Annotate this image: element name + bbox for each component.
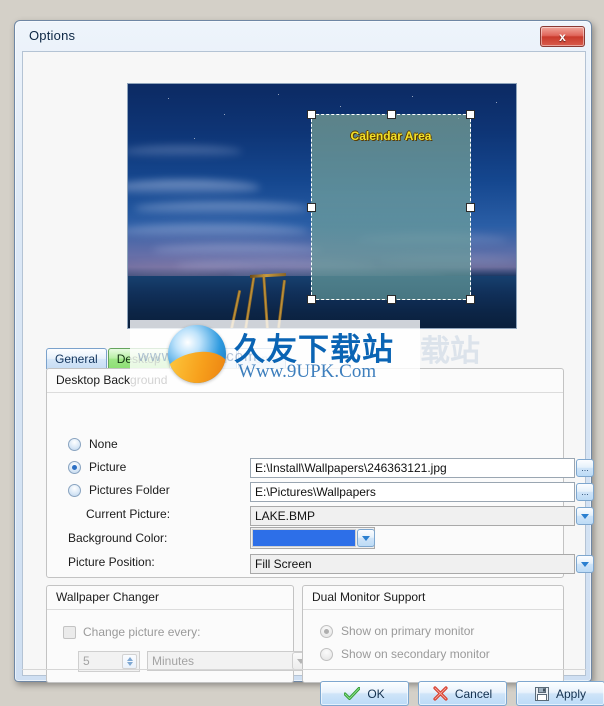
label-picture-position: Picture Position: — [68, 555, 155, 569]
picture-position-dropdown-button[interactable] — [576, 555, 594, 573]
label-background-color: Background Color: — [68, 531, 168, 545]
dual-monitor-group-title: Dual Monitor Support — [312, 590, 426, 604]
title-bar: Options x — [15, 21, 591, 53]
calendar-area-selection[interactable]: Calendar Area — [307, 110, 475, 304]
save-floppy-icon — [534, 686, 549, 701]
current-picture-dropdown-button[interactable] — [576, 507, 594, 525]
tab-desktop[interactable]: Desktop — [107, 348, 170, 369]
browse-picture-button[interactable]: ... — [576, 459, 594, 477]
change-picture-every-checkbox[interactable] — [63, 626, 76, 639]
ellipsis-icon: ... — [581, 487, 589, 497]
spinner-down-icon[interactable] — [126, 662, 133, 666]
check-icon — [344, 686, 361, 700]
resize-handle-n[interactable] — [387, 110, 396, 119]
background-color-swatch[interactable] — [252, 529, 356, 547]
star — [496, 102, 497, 103]
label-picture: Picture — [89, 460, 127, 474]
resize-handle-nw[interactable] — [307, 110, 316, 119]
browse-folder-button[interactable]: ... — [576, 483, 594, 501]
label-current-picture: Current Picture: — [86, 507, 171, 521]
picture-position-combo[interactable]: Fill Screen — [250, 554, 575, 574]
star — [340, 106, 341, 107]
chevron-down-icon — [581, 561, 589, 567]
star — [278, 94, 279, 95]
cloud — [152, 244, 322, 256]
pictures-folder-input[interactable]: E:\Pictures\Wallpapers — [250, 482, 575, 502]
interval-unit-combo[interactable]: Minutes — [147, 651, 311, 671]
wallpaper-preview[interactable]: Calendar Area — [127, 83, 517, 329]
star — [168, 98, 169, 99]
resize-handle-s[interactable] — [387, 295, 396, 304]
radio-none[interactable] — [68, 438, 81, 451]
chevron-down-icon — [362, 535, 370, 541]
star — [194, 138, 195, 139]
star — [412, 96, 413, 97]
cancel-button-label: Cancel — [454, 686, 493, 701]
label-pictures-folder: Pictures Folder — [89, 483, 170, 497]
resize-handle-se[interactable] — [466, 295, 475, 304]
cancel-button[interactable]: Cancel — [418, 681, 507, 706]
tab-general[interactable]: General — [46, 348, 107, 369]
cloud — [134, 202, 309, 215]
label-secondary-monitor: Show on secondary monitor — [341, 647, 490, 661]
cloud — [128, 224, 308, 238]
group-divider — [47, 609, 293, 610]
picture-path-input[interactable]: E:\Install\Wallpapers\246363121.jpg — [250, 458, 575, 478]
label-change-picture-every: Change picture every: — [83, 625, 201, 639]
spinner-up-icon[interactable] — [126, 657, 133, 661]
tab-strip: General Desktop Calendar Fonts — [46, 347, 287, 369]
resize-handle-w[interactable] — [307, 203, 316, 212]
dialog-client-area: Calendar Area General Desktop Calendar F… — [22, 51, 594, 683]
cloud — [128, 146, 242, 157]
resize-handle-e[interactable] — [466, 203, 475, 212]
label-primary-monitor: Show on primary monitor — [341, 624, 475, 638]
background-color-dropdown-button[interactable] — [357, 529, 375, 547]
star — [224, 114, 225, 115]
footer-divider — [22, 669, 586, 670]
interval-spinner[interactable] — [122, 654, 137, 669]
chevron-down-icon — [581, 513, 589, 519]
close-icon: x — [559, 29, 566, 44]
window-title: Options — [29, 28, 76, 43]
apply-button-label: Apply — [555, 686, 587, 701]
tab-fonts[interactable]: Fonts — [238, 348, 287, 369]
desktop-background-group-title: Desktop Background — [56, 373, 168, 387]
tab-calendar[interactable]: Calendar — [170, 348, 238, 369]
radio-picture[interactable] — [68, 461, 81, 474]
group-divider — [303, 609, 563, 610]
close-button[interactable]: x — [540, 26, 585, 47]
close-x-icon — [433, 686, 448, 701]
calendar-area-label: Calendar Area — [350, 129, 432, 143]
radio-primary-monitor[interactable] — [320, 625, 333, 638]
interval-value-text: 5 — [83, 654, 90, 668]
ellipsis-icon: ... — [581, 463, 589, 473]
ok-button-label: OK — [367, 686, 385, 701]
options-dialog-window: Options x Calendar Area General Desktop … — [14, 20, 604, 706]
resize-handle-ne[interactable] — [466, 110, 475, 119]
radio-pictures-folder[interactable] — [68, 484, 81, 497]
label-none: None — [89, 437, 118, 451]
apply-button[interactable]: Apply — [516, 681, 604, 706]
group-divider — [47, 392, 563, 393]
wallpaper-changer-group-title: Wallpaper Changer — [56, 590, 159, 604]
radio-secondary-monitor[interactable] — [320, 648, 333, 661]
current-picture-combo[interactable]: LAKE.BMP — [250, 506, 575, 526]
resize-handle-sw[interactable] — [307, 295, 316, 304]
ok-button[interactable]: OK — [320, 681, 409, 706]
